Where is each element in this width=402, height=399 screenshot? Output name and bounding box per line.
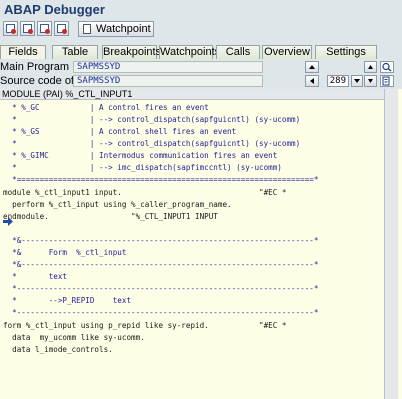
tab-strip: Fields Table Breakpoints Watchpoints Cal… (0, 45, 402, 59)
arrow-left-icon (310, 78, 314, 84)
main-program-field[interactable]: SAPMSSYD (73, 61, 263, 73)
code-line: *&--------------------------------------… (3, 260, 319, 269)
code-line: module %_ctl_input1 input. "#EC * (3, 188, 287, 197)
scroll-top-button[interactable] (364, 61, 377, 73)
editor-vertical-scrollbar[interactable] (384, 89, 398, 399)
magnifier-icon (382, 62, 392, 72)
document-icon (83, 24, 91, 34)
line-dropdown-button[interactable] (351, 75, 363, 87)
window-title: ABAP Debugger (4, 2, 105, 17)
code-line: *---------------------------------------… (3, 284, 319, 293)
code-line: data l_imode_controls. (3, 345, 113, 354)
watchpoint-button[interactable]: Watchpoint (78, 21, 154, 37)
stop-icon (62, 29, 67, 34)
current-line-arrow-icon (3, 217, 13, 226)
activate-breakpoint-button[interactable] (37, 21, 52, 36)
left-arrow-button[interactable] (305, 75, 319, 87)
code-line: * -->P_REPID text (3, 296, 132, 305)
delete-breakpoint-button[interactable] (20, 21, 35, 36)
code-line: *=======================================… (3, 175, 319, 184)
main-program-row: Main Program SAPMSSYD (0, 61, 402, 73)
tab-calls[interactable]: Calls (216, 45, 260, 59)
main-program-label: Main Program (0, 61, 70, 73)
code-line: * | --> imc_dispatch(sapfimccntl) (sy-uc… (3, 163, 282, 172)
code-line: * %_GIMC | Intermodus communication fire… (3, 151, 278, 160)
watchpoint-label: Watchpoint (96, 23, 151, 35)
source-navigate-button[interactable] (380, 75, 394, 87)
new-breakpoint-button[interactable] (3, 21, 18, 36)
line-number-field[interactable]: 289 (327, 75, 349, 87)
up-arrow-button[interactable] (305, 61, 319, 73)
code-line: data my_ucomm like sy-ucomm. (3, 333, 145, 342)
arrow-up-icon (368, 65, 373, 69)
stop-icon (28, 29, 33, 34)
display-source-button[interactable] (380, 61, 394, 73)
tab-breakpoints[interactable]: Breakpoints (102, 45, 161, 59)
code-line: form %_ctl_input using p_repid like sy-r… (3, 321, 287, 330)
tab-overview[interactable]: Overview (262, 45, 312, 59)
arrow-up-icon (309, 65, 315, 69)
code-line: *& Form %_ctl_input (3, 248, 127, 257)
tab-settings[interactable]: Settings (315, 45, 377, 59)
chevron-down-icon (354, 79, 360, 83)
deactivate-breakpoint-button[interactable] (54, 21, 69, 36)
source-view-icon (382, 76, 390, 86)
code-line: *&--------------------------------------… (3, 236, 319, 245)
title-bar: ABAP Debugger (0, 0, 402, 19)
tab-table[interactable]: Table (52, 45, 98, 59)
tab-fields[interactable]: Fields (0, 45, 46, 59)
stop-icon (11, 29, 16, 34)
arrow-down-icon (368, 79, 373, 83)
code-line: * %_GC | A control fires an event (3, 103, 209, 112)
source-code-row: Source code of SAPMSSYD 289 (0, 75, 402, 87)
tab-watchpoints[interactable]: Watchpoints (159, 45, 220, 59)
editor-header: MODULE (PAI) %_CTL_INPUT1 (0, 89, 384, 100)
code-line: *---------------------------------------… (3, 308, 319, 317)
code-line: * %_GS | A control shell fires an event (3, 127, 237, 136)
code-line: endmodule. "%_CTL_INPUT1 INPUT (3, 212, 218, 221)
source-code-editor[interactable]: MODULE (PAI) %_CTL_INPUT1 * %_GC | A con… (0, 89, 402, 399)
toolbar: Watchpoint (0, 20, 402, 38)
source-code-label: Source code of (0, 75, 74, 87)
current-code-line: perform %_ctl_input using %_caller_progr… (3, 200, 232, 209)
code-line: * text (3, 272, 68, 281)
stop-icon (45, 29, 50, 34)
code-line: * | --> control_dispatch(sapfguicntl) (s… (3, 139, 301, 148)
code-line: * | --> control_dispatch(sapfguicntl) (s… (3, 115, 301, 124)
scroll-down-button[interactable] (364, 75, 377, 87)
source-code-field[interactable]: SAPMSSYD (73, 75, 263, 87)
